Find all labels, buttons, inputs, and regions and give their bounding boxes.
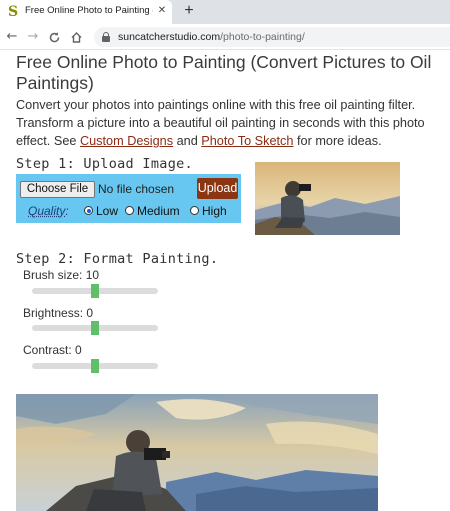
custom-designs-link[interactable]: Custom Designs <box>80 134 173 148</box>
uploaded-photo-thumbnail <box>255 162 400 235</box>
brightness-slider-thumb[interactable] <box>91 321 99 335</box>
quality-medium-label: Medium <box>137 204 180 218</box>
brush-size-label: Brush size: 10 <box>23 268 100 282</box>
back-arrow-icon[interactable]: ← <box>4 28 20 46</box>
page-title: Free Online Photo to Painting (Convert P… <box>16 52 432 93</box>
upload-form: Choose File No file chosen Upload Qualit… <box>16 174 241 223</box>
close-tab-icon[interactable]: ✕ <box>156 4 168 18</box>
lock-icon <box>102 32 110 42</box>
quality-low-radio[interactable] <box>84 206 93 215</box>
home-icon[interactable] <box>68 28 84 46</box>
no-file-chosen-text: No file chosen <box>98 182 175 196</box>
quality-label: Quality: <box>28 204 69 218</box>
quality-medium-radio[interactable] <box>125 206 134 215</box>
reload-icon[interactable] <box>46 28 62 46</box>
contrast-label: Contrast: 0 <box>23 343 82 357</box>
upload-button[interactable]: Upload <box>197 178 238 199</box>
step1-heading: Step 1: Upload Image. <box>16 156 193 172</box>
new-tab-icon[interactable]: + <box>180 1 198 21</box>
intro-ending-text: for more ideas. <box>296 134 382 148</box>
forward-arrow-icon[interactable]: → <box>25 28 41 46</box>
brush-size-slider-thumb[interactable] <box>91 284 99 298</box>
step2-heading: Step 2: Format Painting. <box>16 251 219 267</box>
intro-paragraph: Convert your photos into paintings onlin… <box>16 96 448 150</box>
url-text: suncatcherstudio.com/photo-to-painting/ <box>118 31 305 43</box>
contrast-slider-thumb[interactable] <box>91 359 99 373</box>
choose-file-button[interactable]: Choose File <box>20 181 95 198</box>
address-toolbar: ← → suncatcherstudio.com/photo-to-painti… <box>0 24 450 50</box>
quality-high-radio[interactable] <box>190 206 199 215</box>
tab-title: Free Online Photo to Painting (C <box>25 5 153 16</box>
quality-high-label: High <box>202 204 227 218</box>
intro-and-text: and <box>176 134 198 148</box>
painting-preview-image <box>16 394 378 511</box>
brightness-label: Brightness: 0 <box>23 306 94 320</box>
browser-tab-bar: S Free Online Photo to Painting (C ✕ + <box>0 0 450 24</box>
photo-to-sketch-link[interactable]: Photo To Sketch <box>201 134 293 148</box>
url-bar[interactable]: suncatcherstudio.com/photo-to-painting/ <box>94 27 450 47</box>
browser-tab[interactable]: S Free Online Photo to Painting (C ✕ <box>0 0 172 24</box>
quality-low-label: Low <box>96 204 119 218</box>
site-favicon-icon: S <box>8 4 19 20</box>
